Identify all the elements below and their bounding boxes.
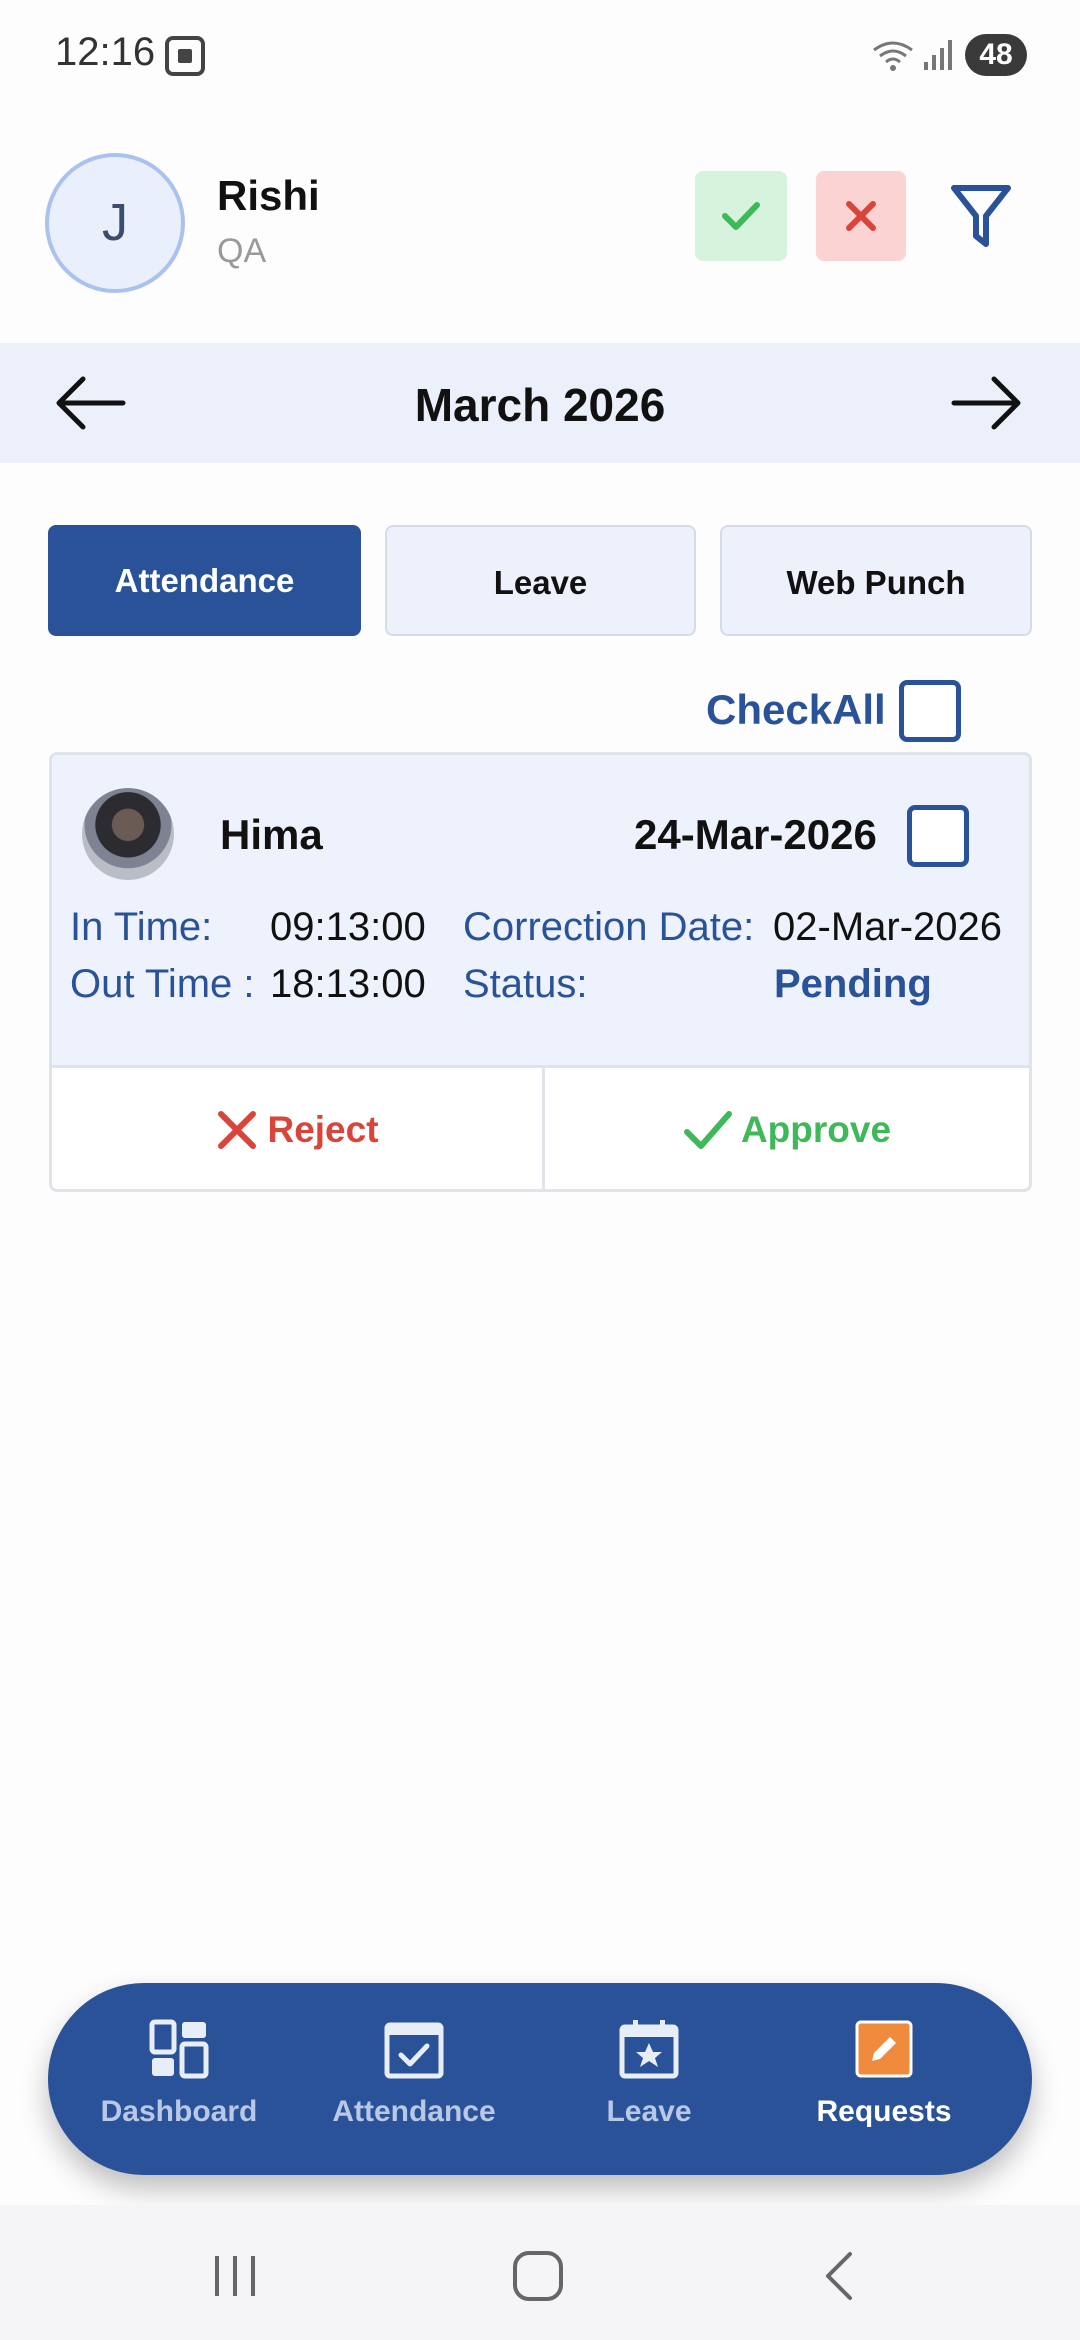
filter-icon[interactable] xyxy=(950,184,1012,248)
nav-requests-label: Requests xyxy=(816,2095,952,2128)
reject-label: Reject xyxy=(267,1109,379,1150)
in-time-label: In Time: xyxy=(70,905,213,949)
check-all-label[interactable]: CheckAll xyxy=(706,686,886,734)
nav-attendance[interactable]: Attendance xyxy=(304,1983,524,2175)
nav-attendance-label: Attendance xyxy=(332,2095,496,2128)
dashboard-icon xyxy=(149,2019,209,2079)
in-time-value: 09:13:00 xyxy=(270,905,426,949)
request-date: 24-Mar-2026 xyxy=(634,811,877,858)
out-time-label: Out Time : xyxy=(70,962,255,1006)
status-label: Status: xyxy=(463,962,588,1006)
reject-button[interactable]: Reject xyxy=(52,1068,542,1189)
tab-leave[interactable]: Leave xyxy=(385,525,696,636)
month-label: March 2026 xyxy=(414,379,666,431)
status-badge: Pending xyxy=(774,962,932,1006)
request-checkbox[interactable] xyxy=(907,805,969,867)
signal-icon xyxy=(924,40,952,70)
back-icon[interactable] xyxy=(810,2250,870,2302)
user-name: Rishi xyxy=(217,172,320,219)
avatar[interactable]: J xyxy=(45,153,185,293)
close-icon xyxy=(846,201,876,231)
bottom-navigation: Dashboard Attendance Leave Requests xyxy=(48,1983,1032,2175)
approve-button[interactable]: Approve xyxy=(545,1068,1029,1189)
check-icon xyxy=(722,202,760,230)
request-card: Hima 24-Mar-2026 In Time: 09:13:00 Out T… xyxy=(49,752,1032,1192)
close-icon xyxy=(218,1111,257,1149)
status-time: 12:16 xyxy=(55,30,156,74)
arrow-right-icon[interactable] xyxy=(950,375,1022,431)
employee-photo xyxy=(82,788,174,880)
home-icon[interactable] xyxy=(508,2250,568,2302)
user-role: QA xyxy=(217,232,267,270)
approve-all-button[interactable] xyxy=(695,171,787,261)
tab-web-punch[interactable]: Web Punch xyxy=(720,525,1032,636)
screenshot-icon xyxy=(165,36,205,76)
check-icon xyxy=(683,1111,732,1149)
recent-apps-icon[interactable] xyxy=(205,2250,265,2302)
nav-leave-label: Leave xyxy=(606,2095,692,2128)
wifi-icon xyxy=(873,41,913,71)
reject-all-button[interactable] xyxy=(816,171,906,261)
calendar-check-icon xyxy=(384,2022,444,2079)
out-time-value: 18:13:00 xyxy=(270,962,426,1006)
battery-indicator: 48 xyxy=(965,34,1027,76)
correction-date-value: 02-Mar-2026 xyxy=(773,905,1003,949)
check-all-checkbox[interactable] xyxy=(899,680,961,742)
correction-date-label: Correction Date: xyxy=(463,905,755,949)
approve-label: Approve xyxy=(740,1109,892,1150)
nav-requests[interactable]: Requests xyxy=(774,1983,994,2175)
tab-attendance[interactable]: Attendance xyxy=(48,525,361,636)
nav-leave[interactable]: Leave xyxy=(539,1983,759,2175)
edit-request-icon xyxy=(855,2020,913,2078)
nav-dashboard-label: Dashboard xyxy=(100,2095,258,2128)
calendar-star-icon xyxy=(619,2020,679,2079)
employee-name: Hima xyxy=(220,811,323,858)
nav-dashboard[interactable]: Dashboard xyxy=(69,1983,289,2175)
